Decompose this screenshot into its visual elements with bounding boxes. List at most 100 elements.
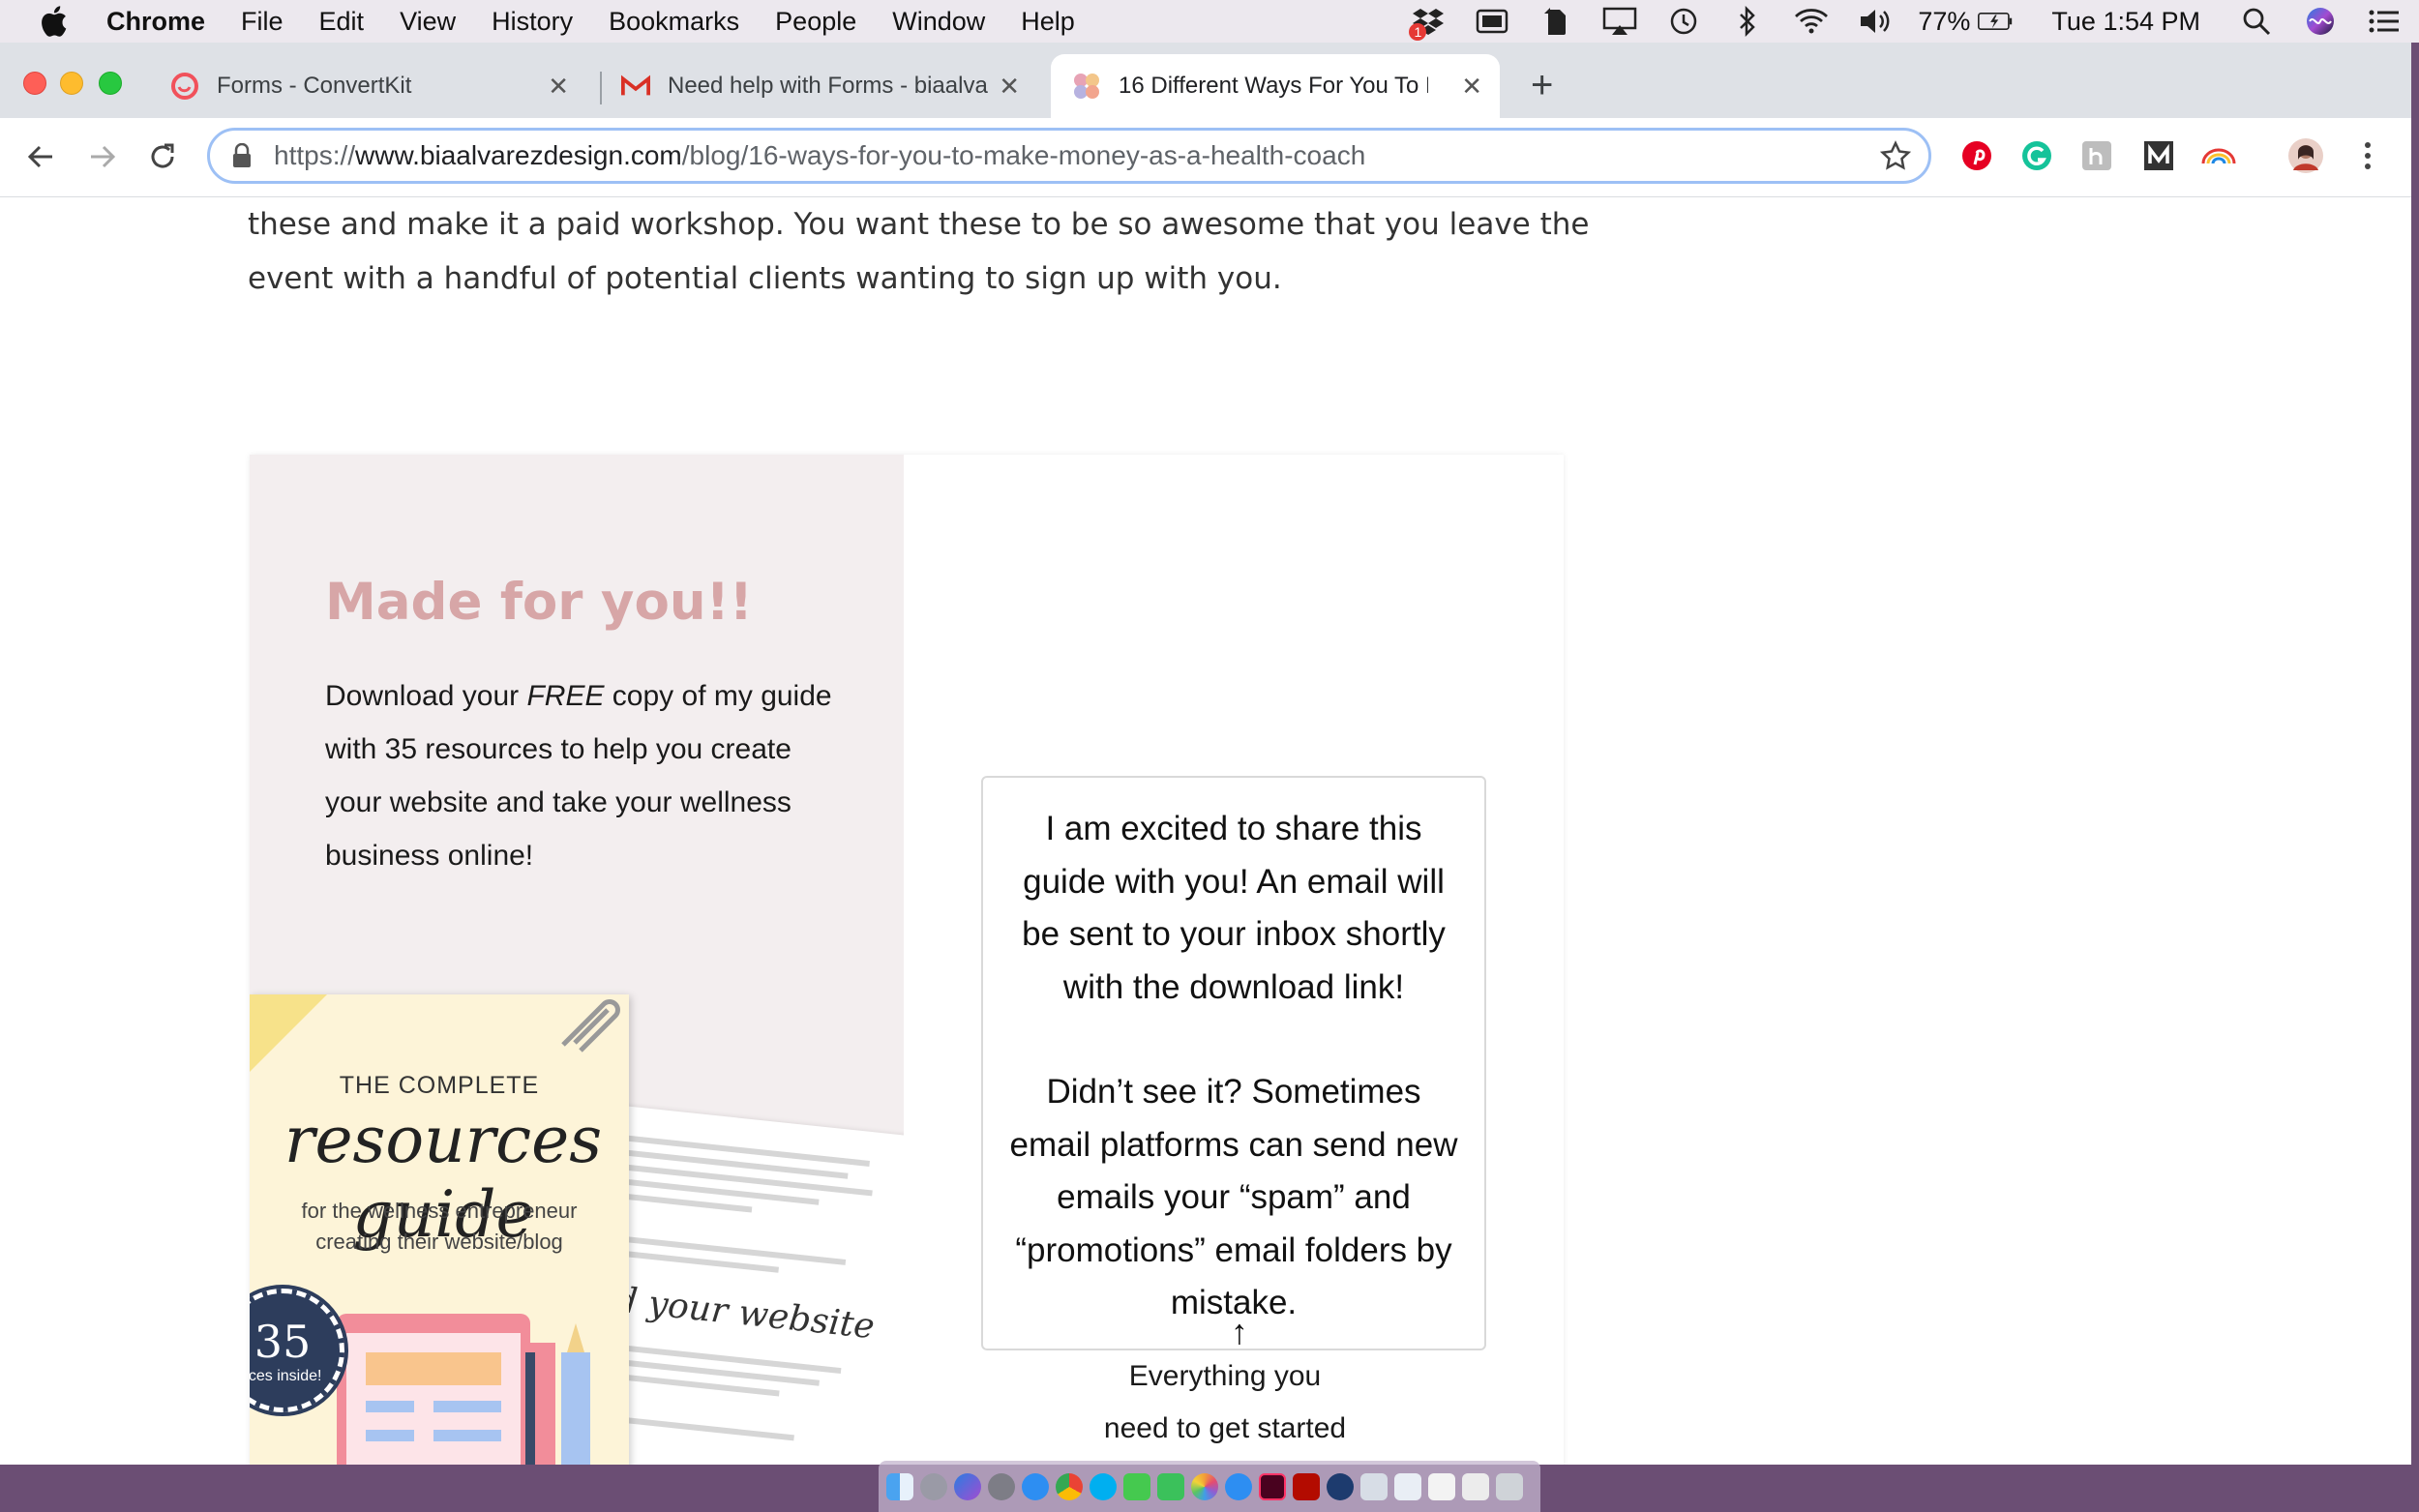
chrome-dock-icon[interactable]	[1056, 1472, 1083, 1500]
grammarly-extension-icon[interactable]	[2018, 137, 2055, 174]
volume-icon[interactable]	[1858, 6, 1893, 37]
menu-history[interactable]: History	[492, 7, 573, 37]
menu-help[interactable]: Help	[1021, 7, 1075, 37]
documents-dock-icon[interactable]	[1394, 1472, 1421, 1500]
battery-percent: 77%	[1918, 6, 1971, 36]
seal-number: 35	[254, 1316, 312, 1368]
optin-left-panel: Made for you!! Download your FREE copy o…	[250, 455, 904, 1465]
reload-button[interactable]	[143, 137, 182, 176]
notification-center-icon[interactable]	[2367, 6, 2402, 37]
cta-line-2: need to get started	[1103, 1412, 1347, 1444]
gmail-icon	[621, 72, 650, 101]
launchpad-dock-icon[interactable]	[920, 1472, 947, 1500]
apple-menu-icon[interactable]	[35, 3, 72, 40]
siri-icon[interactable]	[2303, 6, 2338, 37]
menu-people[interactable]: People	[775, 7, 856, 37]
window-close-button[interactable]	[23, 72, 46, 95]
menu-app-chrome[interactable]: Chrome	[106, 7, 205, 37]
lock-icon[interactable]	[229, 141, 254, 170]
chrome-menu-icon[interactable]	[2349, 137, 2386, 174]
site-favicon	[1072, 72, 1101, 101]
url-host: www.biaalvarezdesign.com	[355, 140, 682, 170]
tab-close-icon[interactable]: ✕	[1461, 72, 1482, 102]
tab-title: Need help with Forms - biaalva	[668, 73, 988, 99]
cover-subtitle-line-1: for the wellness entrepreneur	[301, 1199, 578, 1223]
facetime-dock-icon[interactable]	[1157, 1472, 1184, 1500]
seal-text: rces inside!	[250, 1368, 322, 1384]
guide-cover-image: THE COMPLETE resources guide for the wel…	[250, 994, 629, 1465]
tab-close-icon[interactable]: ✕	[548, 72, 569, 102]
window-zoom-button[interactable]	[99, 72, 122, 95]
menu-view[interactable]: View	[400, 7, 456, 37]
tab-close-icon[interactable]: ✕	[999, 72, 1020, 102]
sticky-note-corner	[250, 994, 327, 1072]
tab-gmail[interactable]: Need help with Forms - biaalva ✕	[621, 54, 1037, 118]
tab-active-blog[interactable]: 16 Different Ways For You To M ✕	[1051, 54, 1500, 118]
pinterest-extension-icon[interactable]	[1958, 137, 1995, 174]
profile-avatar[interactable]	[2287, 137, 2324, 174]
rainbow-extension-icon[interactable]	[2200, 137, 2237, 174]
optin-description: Download your FREE copy of my guide with…	[325, 669, 848, 882]
cover-line-complete: THE COMPLETE	[339, 1072, 540, 1099]
address-url: https://www.biaalvarezdesign.com/blog/16…	[274, 140, 1365, 171]
convertkit-icon	[170, 72, 199, 101]
messages-dock-icon[interactable]	[1123, 1472, 1150, 1500]
downloads-dock-icon[interactable]	[1428, 1472, 1455, 1500]
app-store-dock-icon[interactable]	[1022, 1472, 1049, 1500]
battery-icon[interactable]	[1978, 6, 2013, 37]
chrome-window: Forms - ConvertKit ✕ Need help with Form…	[0, 43, 2411, 1465]
indesign-dock-icon[interactable]	[1259, 1472, 1286, 1500]
confirmation-paragraph-2: Didn’t see it? Sometimes email platforms…	[1009, 1073, 1458, 1321]
acrobat-dock-icon[interactable]	[1293, 1472, 1320, 1500]
siri-dock-icon[interactable]	[954, 1472, 981, 1500]
paperclip-icon	[561, 999, 620, 1052]
finder-dock-icon[interactable]	[886, 1472, 913, 1500]
optin-cta-text: Everything you need to get started	[1091, 1350, 1359, 1455]
web-page: these and make it a paid workshop. You w…	[0, 197, 2411, 1465]
menu-clock[interactable]: Tue 1:54 PM	[2051, 7, 2200, 37]
quicktime-dock-icon[interactable]	[1327, 1472, 1354, 1500]
confirmation-message-box: I am excited to share this guide with yo…	[981, 776, 1486, 1350]
new-tab-button[interactable]: +	[1531, 64, 1553, 107]
url-path: /blog/16-ways-for-you-to-make-money-as-a…	[681, 140, 1366, 170]
cta-line-1: Everything you	[1128, 1360, 1322, 1392]
tab-strip: Forms - ConvertKit ✕ Need help with Form…	[0, 43, 2411, 118]
bookmark-star-icon[interactable]	[1879, 140, 1912, 171]
back-button[interactable]	[21, 137, 60, 176]
up-arrow-icon: ↑	[1231, 1312, 1248, 1351]
menu-edit[interactable]: Edit	[319, 7, 365, 37]
honey-extension-icon[interactable]	[2078, 137, 2115, 174]
menu-window[interactable]: Window	[892, 7, 985, 37]
menu-file[interactable]: File	[241, 7, 284, 37]
system-preferences-dock-icon[interactable]	[988, 1472, 1015, 1500]
airplay-icon[interactable]	[1602, 6, 1637, 37]
browser-toolbar: https://www.biaalvarezdesign.com/blog/16…	[0, 118, 2411, 197]
preview-dock-icon[interactable]	[1360, 1472, 1388, 1500]
address-bar[interactable]: https://www.biaalvarezdesign.com/blog/16…	[207, 128, 1931, 184]
url-scheme: https://	[274, 140, 356, 170]
wifi-icon[interactable]	[1794, 6, 1829, 37]
tab-convertkit-forms[interactable]: Forms - ConvertKit ✕	[170, 54, 586, 118]
tab-title: 16 Different Ways For You To M	[1119, 73, 1428, 99]
screen-icon[interactable]	[1475, 6, 1509, 37]
dropbox-icon[interactable]: 1	[1409, 6, 1446, 41]
menu-bookmarks[interactable]: Bookmarks	[609, 7, 739, 37]
time-machine-icon[interactable]	[1666, 6, 1701, 37]
menu-bar-status-area: 1 77% Tue 1:54 PM	[1382, 0, 2402, 43]
window-minimize-button[interactable]	[60, 72, 83, 95]
optin-title: Made for you!!	[325, 573, 753, 632]
skype-dock-icon[interactable]	[1090, 1472, 1117, 1500]
evernote-icon[interactable]	[1538, 6, 1573, 37]
binders-illustration	[337, 1314, 590, 1465]
medium-extension-icon[interactable]	[2140, 137, 2177, 174]
desc-free: FREE	[526, 680, 605, 712]
bluetooth-icon[interactable]	[1730, 6, 1765, 37]
tab-title: Forms - ConvertKit	[217, 73, 412, 99]
safari-dock-icon[interactable]	[1225, 1472, 1252, 1500]
folder-dock-icon[interactable]	[1462, 1472, 1489, 1500]
spotlight-search-icon[interactable]	[2239, 6, 2274, 37]
trash-dock-icon[interactable]	[1496, 1472, 1523, 1500]
forward-button[interactable]	[83, 137, 122, 176]
tab-separator	[600, 72, 602, 104]
photos-dock-icon[interactable]	[1191, 1472, 1218, 1500]
